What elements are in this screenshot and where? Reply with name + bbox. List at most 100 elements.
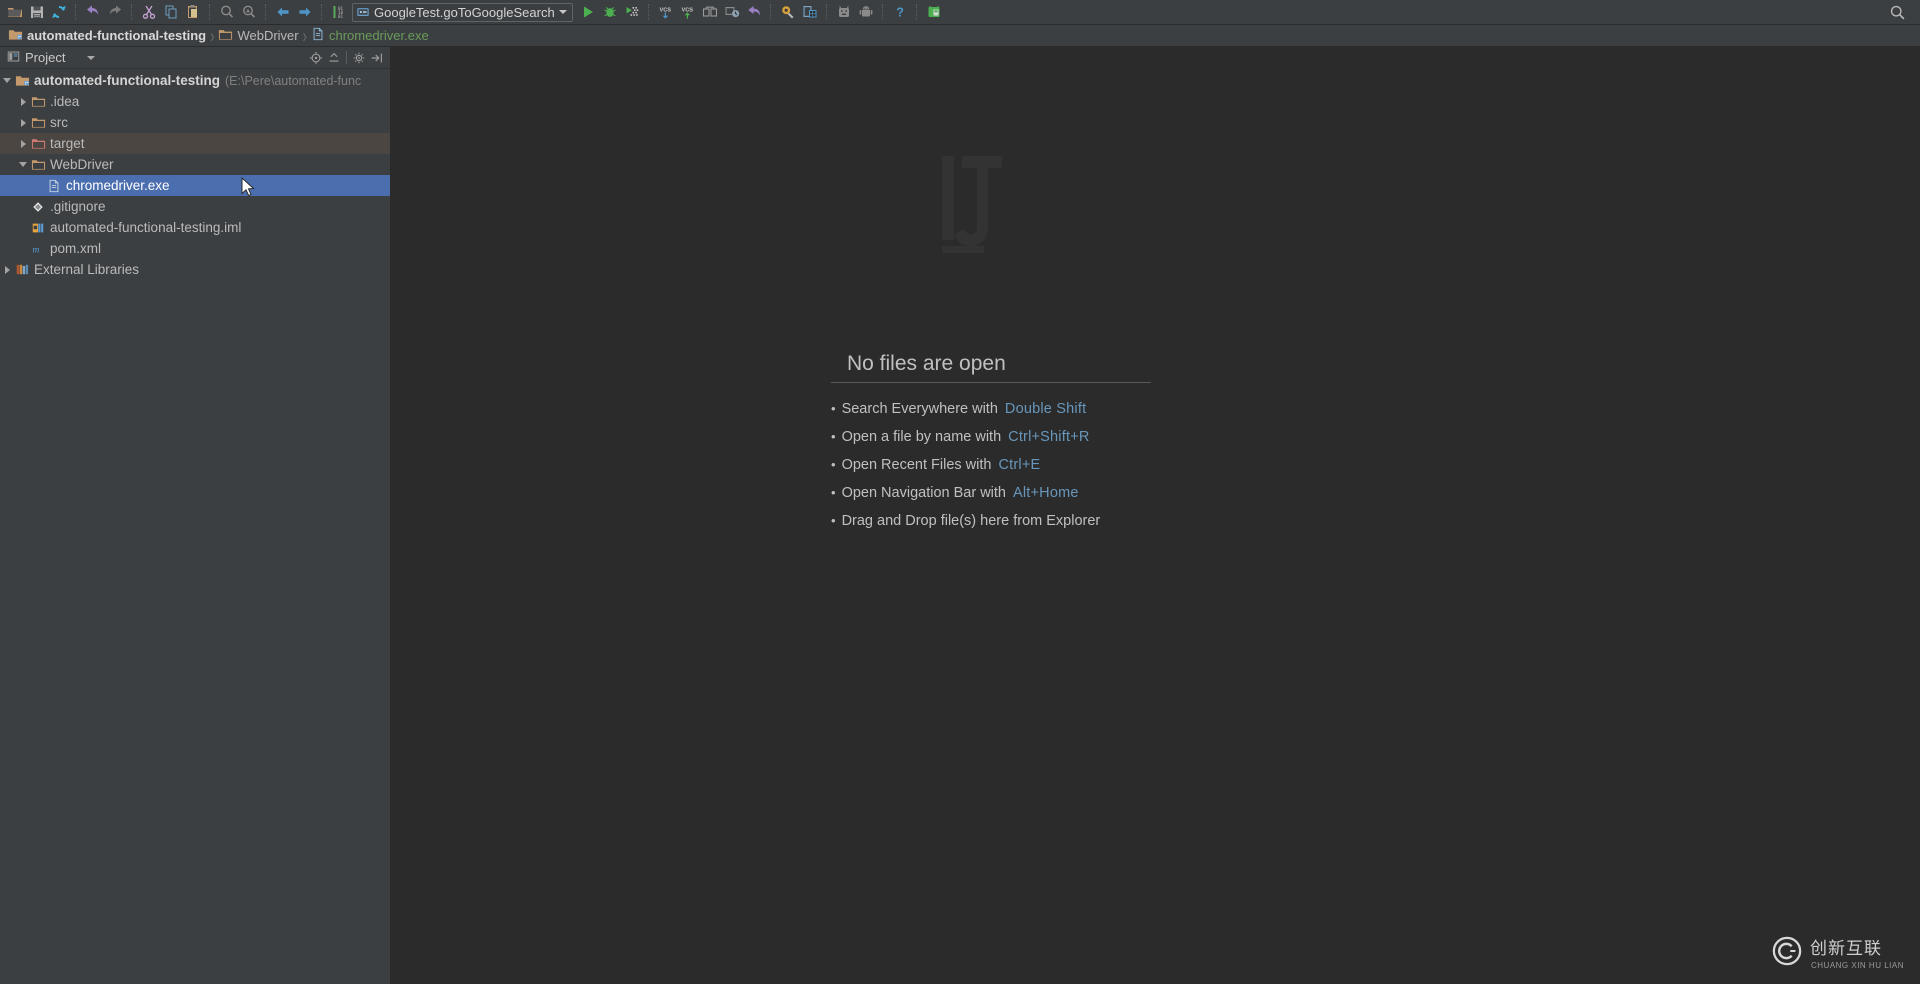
toolbar-group-vcs: VCS VCS <box>655 2 765 23</box>
tree-item-label: src <box>50 115 68 130</box>
intellij-idea-watermark-icon <box>936 152 1032 259</box>
compile-icon[interactable]: 01 10 01 <box>328 2 350 23</box>
tip-text: Open Navigation Bar with <box>841 485 1006 501</box>
undo-icon[interactable] <box>82 2 104 23</box>
revert-icon[interactable] <box>743 2 765 23</box>
run-icon[interactable] <box>577 2 599 23</box>
chevron-right-icon[interactable] <box>16 133 30 154</box>
tree-row[interactable]: automated-functional-testing (E:\Pere\au… <box>0 70 390 91</box>
toolbar-separator <box>881 4 884 20</box>
tree-item-path: (E:\Pere\automated-func <box>225 73 362 88</box>
history-icon[interactable] <box>721 2 743 23</box>
tree-row[interactable]: src <box>0 112 390 133</box>
tree-row[interactable]: .idea <box>0 91 390 112</box>
breadcrumb-separator: › <box>210 24 215 47</box>
debug-icon[interactable] <box>599 2 621 23</box>
file-icon <box>311 27 325 44</box>
breadcrumb-item-webdriver[interactable]: WebDriver <box>215 25 301 47</box>
toolbar-separator <box>825 4 828 20</box>
forward-icon[interactable] <box>294 2 316 23</box>
tree-row[interactable]: .gitignore <box>0 196 390 217</box>
replace-icon[interactable] <box>238 2 260 23</box>
avd-manager-icon[interactable] <box>855 2 877 23</box>
watermark-brand: 创新互联 CHUANG XIN HU LIAN <box>1772 934 1904 970</box>
open-folder-icon[interactable] <box>4 2 26 23</box>
tree-row[interactable]: m pom.xml <box>0 238 390 259</box>
breadcrumb-separator: › <box>302 24 307 47</box>
collapse-all-icon[interactable] <box>325 49 343 67</box>
toolbar-group-device <box>923 2 945 23</box>
project-structure-icon[interactable] <box>799 2 821 23</box>
folder-icon <box>30 157 46 173</box>
folder-icon <box>30 115 46 131</box>
project-tree[interactable]: automated-functional-testing (E:\Pere\au… <box>0 69 390 984</box>
tree-item-label: .gitignore <box>50 199 106 214</box>
hide-panel-icon[interactable] <box>368 49 386 67</box>
copy-icon[interactable] <box>160 2 182 23</box>
chevron-right-icon[interactable] <box>16 91 30 112</box>
toolbar-separator <box>131 4 133 20</box>
chevron-down-icon[interactable] <box>0 70 14 91</box>
maven-pom-icon: m <box>30 241 46 257</box>
chevron-down-icon[interactable] <box>558 10 567 14</box>
locate-icon[interactable] <box>307 49 325 67</box>
paste-icon[interactable] <box>182 2 204 23</box>
help-icon[interactable]: ? <box>889 2 911 23</box>
tree-row[interactable]: automated-functional-testing.iml <box>0 217 390 238</box>
svg-text:?: ? <box>896 6 904 20</box>
tip-item: • Open Recent Files with Ctrl+E <box>831 457 1151 485</box>
android-device-icon[interactable] <box>923 2 945 23</box>
toolbar-group-navigation <box>272 2 316 23</box>
tree-item-label: target <box>50 136 85 151</box>
toolbar-separator <box>647 4 650 20</box>
tree-row[interactable]: External Libraries <box>0 259 390 280</box>
tree-item-label: automated-functional-testing <box>34 73 220 88</box>
tree-item-label: chromedriver.exe <box>66 178 170 193</box>
toolbar-group-help: ? <box>889 2 911 23</box>
breadcrumb-item-file[interactable]: chromedriver.exe <box>308 25 432 47</box>
redo-icon[interactable] <box>104 2 126 23</box>
breadcrumb-item-project[interactable]: automated-functional-testing <box>5 25 209 47</box>
breadcrumb-label: chromedriver.exe <box>328 28 429 43</box>
chevron-down-icon[interactable] <box>16 154 30 175</box>
tree-row[interactable]: target <box>0 133 390 154</box>
diff-icon[interactable] <box>699 2 721 23</box>
sdk-manager-icon[interactable] <box>833 2 855 23</box>
tree-row[interactable]: chromedriver.exe <box>0 175 390 197</box>
toolbar-group-build: 01 10 01 <box>328 2 350 23</box>
iml-module-icon <box>30 220 46 236</box>
run-configuration-label: GoogleTest.goToGoogleSearch <box>374 4 555 20</box>
tip-item: • Search Everywhere with Double Shift <box>831 401 1151 429</box>
vcs-update-icon[interactable]: VCS <box>655 2 677 23</box>
toolbar-group-android <box>833 2 877 23</box>
bullet-icon: • <box>831 485 836 500</box>
search-everywhere-icon[interactable] <box>1889 4 1906 21</box>
editor-empty-area[interactable]: No files are open • Search Everywhere wi… <box>391 47 1920 984</box>
project-tool-window: Project automated-functional-testing (E:… <box>0 47 391 984</box>
chevron-right-icon[interactable] <box>0 259 14 280</box>
tip-shortcut: Alt+Home <box>1012 485 1079 501</box>
save-all-icon[interactable] <box>26 2 48 23</box>
bullet-icon: • <box>831 429 836 444</box>
chevron-right-icon[interactable] <box>16 112 30 133</box>
settings-icon[interactable] <box>777 2 799 23</box>
toolbar-separator <box>209 4 211 20</box>
toolbar-separator <box>75 4 77 20</box>
toolbar-group-history <box>82 2 126 23</box>
chevron-down-icon[interactable] <box>87 55 96 60</box>
folder-icon <box>218 27 233 45</box>
svg-text:01: 01 <box>338 14 344 19</box>
settings-gear-icon[interactable] <box>350 49 368 67</box>
sync-refresh-icon[interactable] <box>48 2 70 23</box>
back-icon[interactable] <box>272 2 294 23</box>
tree-row[interactable]: WebDriver <box>0 154 390 175</box>
find-icon[interactable] <box>216 2 238 23</box>
vcs-commit-icon[interactable]: VCS <box>677 2 699 23</box>
run-with-coverage-icon[interactable] <box>621 2 643 23</box>
tip-item: • Drag and Drop file(s) here from Explor… <box>831 513 1151 541</box>
project-view-icon <box>7 50 20 66</box>
project-folder-icon <box>14 73 30 89</box>
run-configuration-selector[interactable]: GoogleTest.goToGoogleSearch <box>352 2 573 22</box>
cut-icon[interactable] <box>138 2 160 23</box>
